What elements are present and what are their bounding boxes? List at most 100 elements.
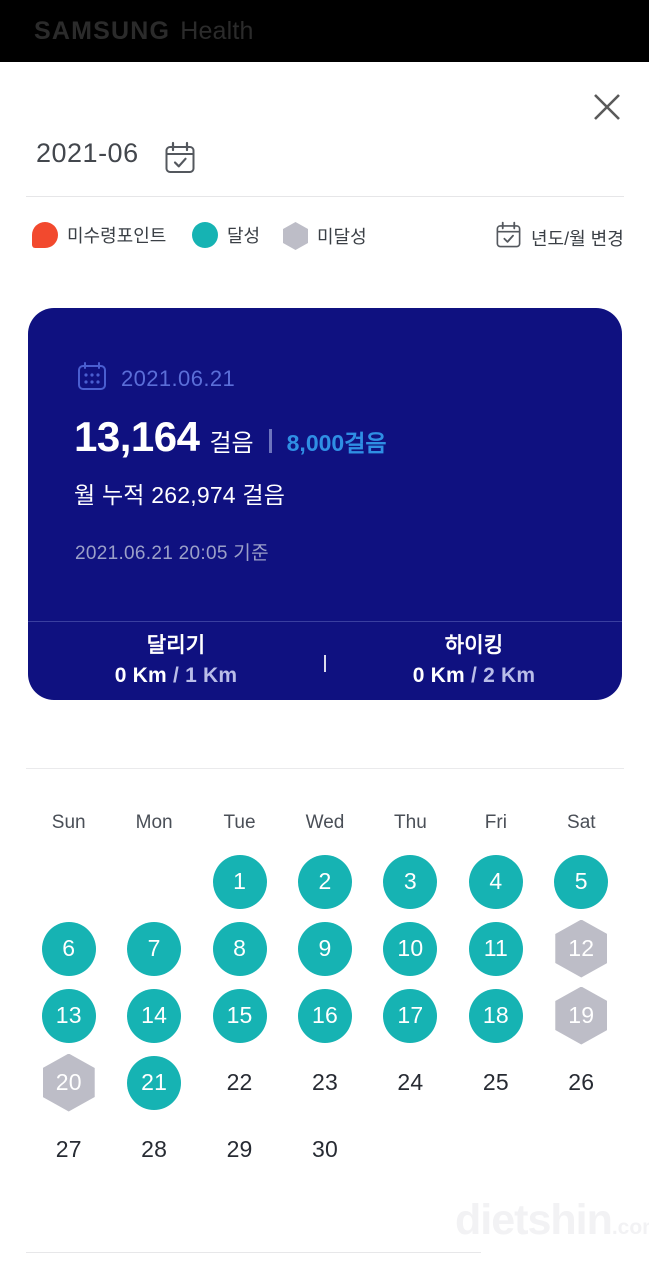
calendar-day-label: 21 bbox=[127, 1055, 182, 1110]
calendar-check-icon[interactable] bbox=[164, 141, 196, 180]
calendar-day-24[interactable]: 24 bbox=[368, 1049, 453, 1116]
calendar-day-25[interactable]: 25 bbox=[453, 1049, 538, 1116]
calendar-day-10[interactable]: 10 bbox=[368, 915, 453, 982]
legend-item-achieved: 달성 bbox=[192, 222, 260, 248]
calendar-day-21[interactable]: 21 bbox=[111, 1049, 196, 1116]
daily-summary-card[interactable]: 2021.06.21 13,164 걸음 8,000걸음 월 누적 262,97… bbox=[28, 308, 622, 700]
activity-value: 0 Km / 1 Km bbox=[28, 661, 324, 691]
calendar-day-5[interactable]: 5 bbox=[539, 848, 624, 915]
divider-top bbox=[26, 196, 624, 197]
calendar-day-27[interactable]: 27 bbox=[26, 1116, 111, 1183]
calendar-day-26[interactable]: 26 bbox=[539, 1049, 624, 1116]
calendar-grid-icon bbox=[77, 361, 107, 396]
calendar-day-label: 4 bbox=[468, 854, 523, 909]
calendar-day-12[interactable]: 12 bbox=[539, 915, 624, 982]
calendar-day-2[interactable]: 2 bbox=[282, 848, 367, 915]
calendar-week-row: 13 14 15 16 17 18 19 bbox=[26, 982, 624, 1049]
app-screen: SAMSUNG Health 2021-06 미수령포인트 달성 미달성 년도/… bbox=[0, 0, 649, 1280]
calendar-day-label: 30 bbox=[311, 1136, 338, 1162]
divider-bottom bbox=[26, 1252, 481, 1253]
legend-label: 달성 bbox=[227, 226, 261, 246]
change-year-month-button[interactable]: 년도/월 변경 bbox=[495, 221, 624, 254]
calendar-day-9[interactable]: 9 bbox=[282, 915, 367, 982]
calendar-day-16[interactable]: 16 bbox=[282, 982, 367, 1049]
calendar-day-29[interactable]: 29 bbox=[197, 1116, 282, 1183]
calendar-day-label: 1 bbox=[212, 854, 267, 909]
activity-stat-running: 달리기 0 Km / 1 Km bbox=[28, 631, 324, 691]
red-circle-icon bbox=[32, 222, 58, 248]
calendar-day-label: 28 bbox=[141, 1136, 168, 1162]
activity-current: 0 Km bbox=[114, 664, 167, 687]
card-date-row: 2021.06.21 bbox=[77, 361, 235, 396]
legend-item-unclaimed-points: 미수령포인트 bbox=[32, 222, 166, 248]
day-header-thu: Thu bbox=[394, 812, 427, 833]
calendar-day-20[interactable]: 20 bbox=[26, 1049, 111, 1116]
calendar-day-22[interactable]: 22 bbox=[197, 1049, 282, 1116]
activity-title: 하이킹 bbox=[444, 634, 504, 658]
calendar-day-label: 19 bbox=[555, 986, 608, 1045]
calendar-day-label: 7 bbox=[127, 921, 182, 976]
day-header-sun: Sun bbox=[51, 812, 86, 833]
calendar-cell-empty bbox=[453, 1116, 538, 1183]
calendar-day-6[interactable]: 6 bbox=[26, 915, 111, 982]
calendar-week-row: 20 21 22 23 24 25 26 bbox=[26, 1049, 624, 1116]
calendar-day-label: 23 bbox=[311, 1069, 338, 1095]
calendar-day-label: 24 bbox=[397, 1069, 424, 1095]
calendar-day-label: 16 bbox=[297, 988, 352, 1043]
day-header-tue: Tue bbox=[223, 812, 256, 833]
calendar-day-3[interactable]: 3 bbox=[368, 848, 453, 915]
calendar-day-28[interactable]: 28 bbox=[111, 1116, 196, 1183]
calendar-day-label: 3 bbox=[383, 854, 438, 909]
calendar-day-label: 5 bbox=[554, 854, 609, 909]
calendar-day-headers: Sun Mon Tue Wed Thu Fri Sat bbox=[26, 798, 624, 848]
calendar-week-row: 27 28 29 30 bbox=[26, 1116, 624, 1183]
calendar-day-15[interactable]: 15 bbox=[197, 982, 282, 1049]
steps-unit: 걸음 bbox=[209, 430, 254, 457]
calendar-day-30[interactable]: 30 bbox=[282, 1116, 367, 1183]
calendar-day-label: 11 bbox=[468, 921, 523, 976]
calendar-day-4[interactable]: 4 bbox=[453, 848, 538, 915]
calendar-cell-empty bbox=[111, 848, 196, 915]
activity-separator: / bbox=[172, 664, 180, 687]
steps-goal: 8,000걸음 bbox=[286, 430, 387, 456]
calendar-day-19[interactable]: 19 bbox=[539, 982, 624, 1049]
app-bar: SAMSUNG Health bbox=[0, 0, 649, 62]
calendar-day-label: 6 bbox=[41, 921, 96, 976]
watermark-name: dietshin bbox=[455, 1196, 613, 1244]
activity-stat-hiking: 하이킹 0 Km / 2 Km bbox=[326, 631, 622, 691]
calendar-day-label: 22 bbox=[226, 1069, 253, 1095]
day-header-fri: Fri bbox=[484, 812, 507, 833]
steps-row: 13,164 걸음 8,000걸음 bbox=[74, 413, 387, 461]
calendar-day-1[interactable]: 1 bbox=[197, 848, 282, 915]
calendar-day-7[interactable]: 7 bbox=[111, 915, 196, 982]
close-button[interactable] bbox=[584, 84, 630, 130]
calendar-day-label: 25 bbox=[482, 1069, 509, 1095]
activity-title: 달리기 bbox=[146, 634, 206, 658]
calendar-day-13[interactable]: 13 bbox=[26, 982, 111, 1049]
month-value: 2021-06 bbox=[36, 138, 139, 168]
gray-hexagon-icon bbox=[283, 222, 308, 250]
close-icon bbox=[594, 94, 620, 120]
app-sub-label: Health bbox=[180, 17, 254, 45]
calendar-day-label: 13 bbox=[41, 988, 96, 1043]
calendar-day-11[interactable]: 11 bbox=[453, 915, 538, 982]
change-year-month-label: 년도/월 변경 bbox=[531, 228, 624, 249]
month-selector[interactable]: 2021-06 bbox=[0, 138, 649, 186]
legend-bar: 미수령포인트 달성 미달성 년도/월 변경 bbox=[0, 216, 649, 260]
calendar-cell-empty bbox=[368, 1116, 453, 1183]
activity-goal: 1 Km bbox=[185, 664, 238, 687]
calendar-day-23[interactable]: 23 bbox=[282, 1049, 367, 1116]
calendar-day-label: 14 bbox=[127, 988, 182, 1043]
watermark-tld: .com bbox=[611, 1216, 649, 1239]
calendar-day-14[interactable]: 14 bbox=[111, 982, 196, 1049]
calendar-day-label: 2 bbox=[297, 854, 352, 909]
calendar-day-18[interactable]: 18 bbox=[453, 982, 538, 1049]
calendar-day-label: 15 bbox=[212, 988, 267, 1043]
divider-mid bbox=[26, 768, 624, 769]
calendar-cell-empty bbox=[539, 1116, 624, 1183]
calendar-day-8[interactable]: 8 bbox=[197, 915, 282, 982]
calendar-day-label: 17 bbox=[383, 988, 438, 1043]
calendar-cell-empty bbox=[26, 848, 111, 915]
activity-goal: 2 Km bbox=[483, 664, 536, 687]
calendar-day-17[interactable]: 17 bbox=[368, 982, 453, 1049]
